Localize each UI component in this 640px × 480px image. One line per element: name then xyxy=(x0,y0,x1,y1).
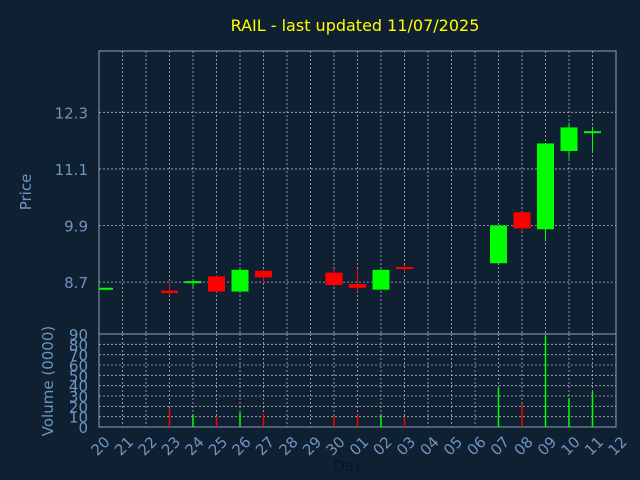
candle-body xyxy=(513,212,531,229)
chart-background xyxy=(0,0,640,480)
volume-bar xyxy=(591,391,594,427)
volume-y-axis-label: Volume (0000) xyxy=(39,326,57,436)
volume-bar xyxy=(333,415,335,427)
candle-body xyxy=(231,269,249,292)
candle xyxy=(372,268,390,290)
candle xyxy=(231,267,249,292)
chart-title: RAIL - last updated 11/07/2025 xyxy=(231,16,480,35)
candle-body xyxy=(325,272,343,285)
candle-body xyxy=(161,290,178,293)
price-y-axis-label: Price xyxy=(17,174,35,211)
candle-body xyxy=(184,281,202,284)
candle xyxy=(513,212,531,232)
candle-body xyxy=(255,270,272,278)
volume-bar xyxy=(168,408,171,427)
candle-body xyxy=(537,143,554,230)
chart-svg: RAIL - last updated 11/07/2025 8.7 9.9 11.… xyxy=(0,0,640,480)
chart-root: RAIL - last updated 11/07/2025 8.7 9.9 11.… xyxy=(0,0,640,480)
candle-body xyxy=(349,284,366,288)
volume-bar xyxy=(380,414,382,427)
candle-body xyxy=(372,269,390,290)
candle xyxy=(208,275,225,293)
volume-bar xyxy=(521,404,523,427)
volume-bar xyxy=(497,387,500,427)
x-axis-label: Day xyxy=(333,457,363,475)
candle xyxy=(537,143,554,242)
volume-bar xyxy=(215,416,218,427)
volume-bar xyxy=(262,413,265,427)
volume-y-ticks: 0102030405060708090 xyxy=(69,326,88,437)
x-ticks: 2021222324252627282930010203040506070809… xyxy=(88,433,631,459)
volume-y-tick-label: 90 xyxy=(69,326,88,344)
volume-bar xyxy=(192,414,194,427)
candle-body xyxy=(560,127,578,151)
candle-body xyxy=(490,225,507,264)
price-y-tick-label: 8.7 xyxy=(64,274,88,292)
candle-body xyxy=(99,287,113,290)
candle xyxy=(99,287,113,290)
price-y-tick-label: 11.1 xyxy=(55,161,88,179)
candle-body xyxy=(208,276,225,292)
candle-body xyxy=(396,267,413,270)
volume-bar xyxy=(239,412,241,427)
candle xyxy=(490,225,507,264)
volume-bar xyxy=(403,417,406,427)
candle-body xyxy=(584,131,601,134)
price-y-tick-label: 12.3 xyxy=(55,104,88,122)
volume-bar xyxy=(356,414,359,427)
volume-bar xyxy=(568,398,570,427)
volume-bar xyxy=(544,336,547,427)
price-y-tick-label: 9.9 xyxy=(64,218,88,236)
